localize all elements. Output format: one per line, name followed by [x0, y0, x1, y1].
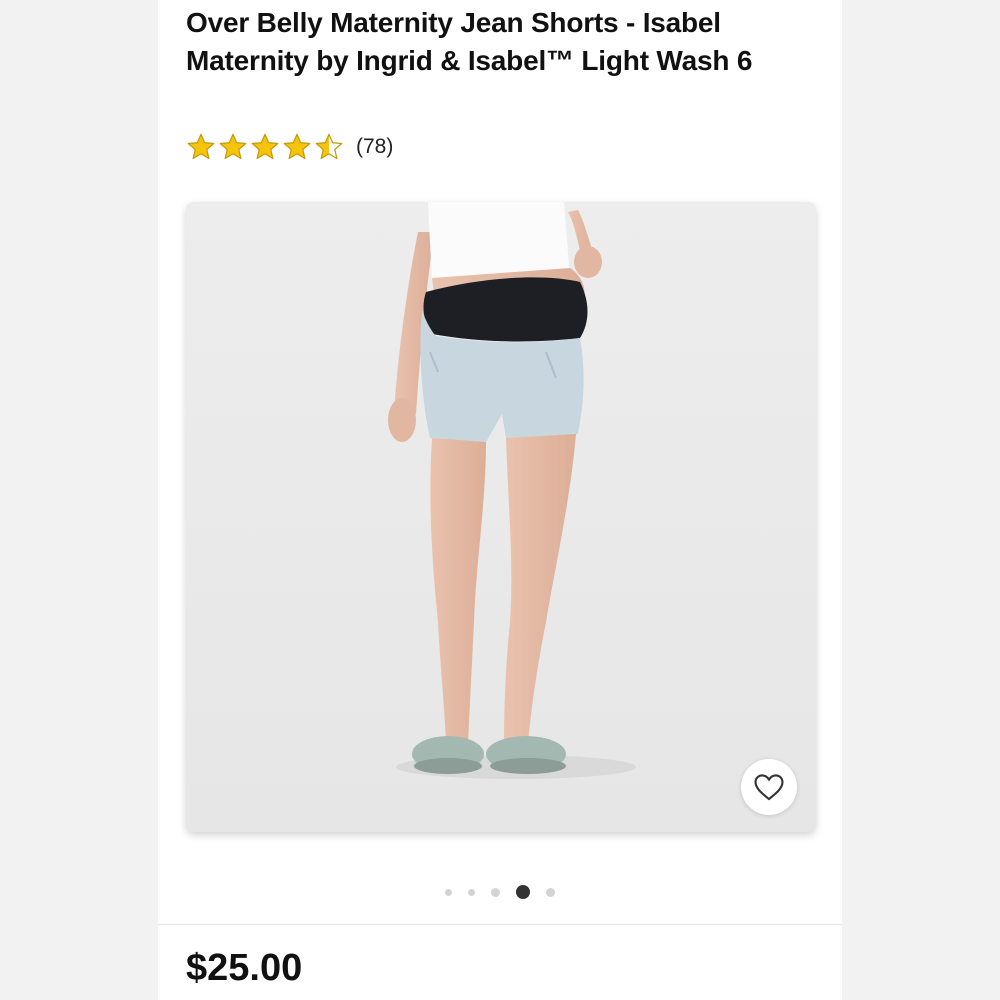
review-count: (78) — [356, 135, 394, 158]
carousel-dot[interactable] — [445, 888, 452, 896]
rating-summary[interactable]: (78) — [186, 130, 393, 164]
carousel-indicator — [158, 883, 842, 901]
heart-icon — [754, 774, 784, 801]
star-icon — [251, 133, 279, 160]
carousel-dot-active[interactable] — [516, 885, 530, 899]
carousel-dot[interactable] — [491, 887, 500, 897]
carousel-dot[interactable] — [468, 888, 475, 896]
product-title: Over Belly Maternity Jean Shorts - Isabe… — [186, 7, 753, 76]
product-price: $25.00 — [186, 947, 303, 989]
product-page: Over Belly Maternity Jean Shorts - Isabe… — [158, 0, 842, 1000]
favorite-button[interactable] — [741, 759, 797, 815]
divider — [158, 924, 842, 925]
star-rating — [186, 132, 346, 162]
product-image-carousel[interactable] — [186, 202, 816, 832]
carousel-dot[interactable] — [546, 887, 555, 897]
right-margin — [842, 0, 1000, 1000]
product-photo — [186, 202, 816, 832]
star-icon — [315, 133, 343, 160]
star-icon — [283, 133, 311, 160]
star-icon — [219, 133, 247, 160]
star-icon — [187, 133, 215, 160]
left-margin — [0, 0, 158, 1000]
